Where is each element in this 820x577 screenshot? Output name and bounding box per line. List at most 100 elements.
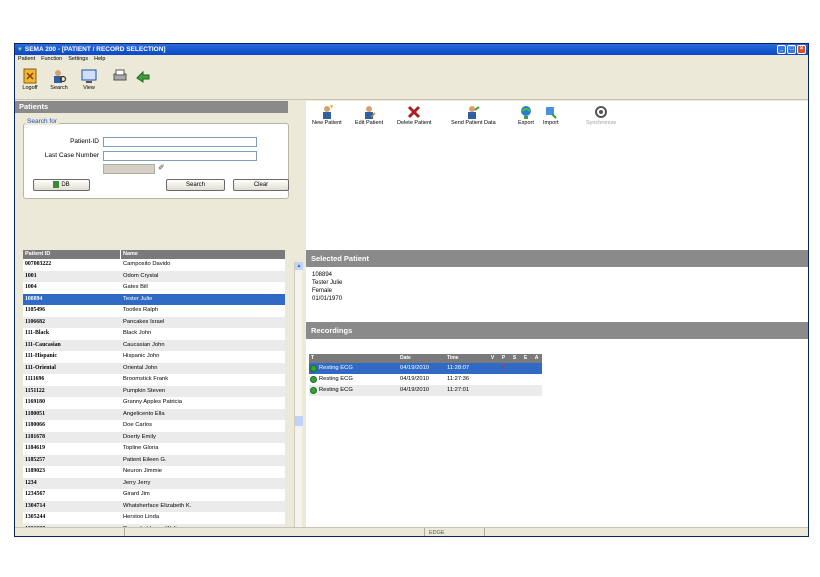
- table-row[interactable]: 1234567 Girard Jim: [23, 489, 285, 501]
- table-row[interactable]: 1180066 Doe Carlos: [23, 420, 285, 432]
- patient-name-cell: Camposito Davido: [123, 261, 171, 267]
- search-button-toolbar[interactable]: Search: [44, 68, 74, 91]
- send-data-icon: [468, 106, 480, 119]
- table-row[interactable]: 111-Hispanic Hispanic John: [23, 351, 285, 363]
- table-row[interactable]: 007003222 Camposito Davido: [23, 259, 285, 271]
- table-row[interactable]: 1304714 Whatsherface Elizabeth K.: [23, 500, 285, 512]
- calendar-icon[interactable]: ✐: [158, 163, 165, 172]
- patient-table-scrollbar[interactable]: ▲ ▼: [294, 262, 303, 536]
- menu-bar: Patient Function Settings Help: [15, 55, 808, 64]
- recording-time: 11:27:01: [447, 387, 470, 393]
- table-row[interactable]: 1004 Gates Bill: [23, 282, 285, 294]
- table-row[interactable]: 108894 Tester Julie: [23, 293, 285, 305]
- patient-id-cell: 108894: [25, 295, 43, 302]
- patient-name-cell: Doerty Emily: [123, 433, 156, 440]
- view-button[interactable]: View: [74, 68, 104, 91]
- scroll-up-icon[interactable]: ▲: [295, 262, 303, 270]
- table-row[interactable]: 1169180 Granny Apples Patricia: [23, 397, 285, 409]
- send-patient-data-button[interactable]: Send Patient Data: [451, 105, 496, 126]
- patient-id-cell: 1180066: [25, 422, 45, 428]
- recording-row[interactable]: Resting ECG 04/19/2010 11:27:36: [309, 374, 542, 385]
- table-row[interactable]: 111-Oriental Oriental John: [23, 362, 285, 374]
- patient-id-cell: 1180051: [25, 410, 45, 417]
- last-case-input[interactable]: [103, 151, 257, 161]
- table-row[interactable]: 1181678 Doerty Emily: [23, 431, 285, 443]
- selected-patient-name: Tester Julie: [312, 280, 343, 286]
- recording-row[interactable]: Resting ECG 04/19/2010 11:27:01: [309, 385, 542, 396]
- column-e[interactable]: E: [520, 354, 531, 363]
- menu-function[interactable]: Function: [41, 55, 62, 64]
- column-time[interactable]: Time: [445, 354, 487, 363]
- patient-id-input[interactable]: [103, 137, 257, 147]
- close-button[interactable]: ×: [797, 45, 806, 54]
- application-window: ♥ SEMA 200 - [PATIENT / RECORD SELECTION]…: [14, 43, 809, 537]
- table-row[interactable]: 1180051 Angelicento Ella: [23, 408, 285, 420]
- table-row[interactable]: 1105496 Tootles Ralph: [23, 305, 285, 317]
- table-row[interactable]: 1111696 Broomstick Frank: [23, 374, 285, 386]
- logoff-button[interactable]: Logoff: [15, 68, 45, 91]
- search-button[interactable]: Search: [166, 179, 225, 191]
- patient-id-cell: 1234: [25, 479, 37, 486]
- table-row[interactable]: 1234 Jerry Jerry: [23, 477, 285, 489]
- last-case-label: Last Case Number: [44, 152, 99, 159]
- patient-name-cell: Hispanic John: [123, 353, 160, 359]
- table-row[interactable]: 1106682 Pancakes Israel: [23, 316, 285, 328]
- column-p[interactable]: P: [498, 354, 509, 363]
- ecg-icon: [310, 365, 317, 372]
- recording-date: 04/19/2010: [400, 387, 430, 393]
- maximize-button[interactable]: □: [787, 45, 796, 54]
- column-v[interactable]: V: [487, 354, 498, 363]
- patient-id-cell: 1184619: [25, 445, 45, 451]
- clear-button[interactable]: Clear: [233, 179, 289, 191]
- patient-name-cell: Pancakes Israel: [123, 318, 165, 325]
- logoff-icon: [23, 68, 37, 84]
- column-a[interactable]: A: [531, 354, 542, 363]
- export-button[interactable]: Export: [518, 105, 534, 126]
- table-row[interactable]: 1189023 Neuron Jimmie: [23, 466, 285, 478]
- printer-icon: [113, 69, 127, 81]
- column-s[interactable]: S: [509, 354, 520, 363]
- minimize-button[interactable]: _: [777, 45, 786, 54]
- import-button[interactable]: Import: [543, 105, 559, 126]
- patient-id-cell: 1001: [25, 272, 37, 279]
- patient-id-cell: 1234567: [25, 491, 46, 497]
- synchronize-icon: [595, 106, 608, 118]
- db-button[interactable]: DB: [33, 179, 90, 191]
- patient-name-cell: Odom Crystal: [123, 272, 159, 279]
- table-row[interactable]: 1184619 Topline Gloria: [23, 443, 285, 455]
- view-label: View: [83, 85, 95, 91]
- table-row[interactable]: 1151122 Pumpkin Steven: [23, 385, 285, 397]
- column-date[interactable]: Date: [398, 354, 445, 363]
- column-patient-id[interactable]: Patient ID: [23, 250, 121, 259]
- column-type[interactable]: T: [309, 354, 398, 363]
- edit-patient-button[interactable]: Edit Patient: [355, 105, 383, 126]
- selected-patient-sex: Female: [312, 288, 333, 294]
- patient-id-label: Patient-ID: [70, 138, 99, 145]
- menu-settings[interactable]: Settings: [68, 55, 88, 64]
- patient-table-header: Patient ID Name: [23, 250, 285, 259]
- date-picker-input: [103, 164, 155, 174]
- table-row[interactable]: 111-Black Black John: [23, 328, 285, 340]
- delete-patient-icon: [408, 105, 421, 119]
- patient-id-cell: 1189023: [25, 468, 45, 474]
- new-patient-icon: [322, 105, 333, 119]
- synchronize-button: Synchronize: [586, 105, 616, 126]
- new-patient-button[interactable]: New Patient: [312, 105, 342, 126]
- table-row[interactable]: 111-Caucasian Caucasian John: [23, 339, 285, 351]
- table-row[interactable]: 1185257 Patient Eileen G.: [23, 454, 285, 466]
- import-icon: [545, 107, 557, 119]
- recording-row[interactable]: Resting ECG 04/19/2010 11:28:07 ✓: [309, 363, 542, 374]
- patient-id-cell: 1305244: [25, 514, 46, 520]
- menu-help[interactable]: Help: [94, 55, 105, 64]
- column-name[interactable]: Name: [121, 250, 138, 259]
- heart-icon: ♥: [18, 46, 22, 53]
- patient-name-cell: Granny Apples Patricia: [123, 399, 182, 405]
- patient-id-cell: 1106682: [25, 318, 45, 325]
- transfer-button[interactable]: [128, 68, 158, 85]
- menu-patient[interactable]: Patient: [18, 55, 35, 64]
- table-row[interactable]: 1001 Odom Crystal: [23, 270, 285, 282]
- scroll-thumb[interactable]: [295, 416, 303, 426]
- patient-name-cell: Jerry Jerry: [123, 479, 151, 486]
- delete-patient-button[interactable]: Delete Patient: [397, 105, 432, 126]
- table-row[interactable]: 1305244 Herstoo Linda: [23, 512, 285, 524]
